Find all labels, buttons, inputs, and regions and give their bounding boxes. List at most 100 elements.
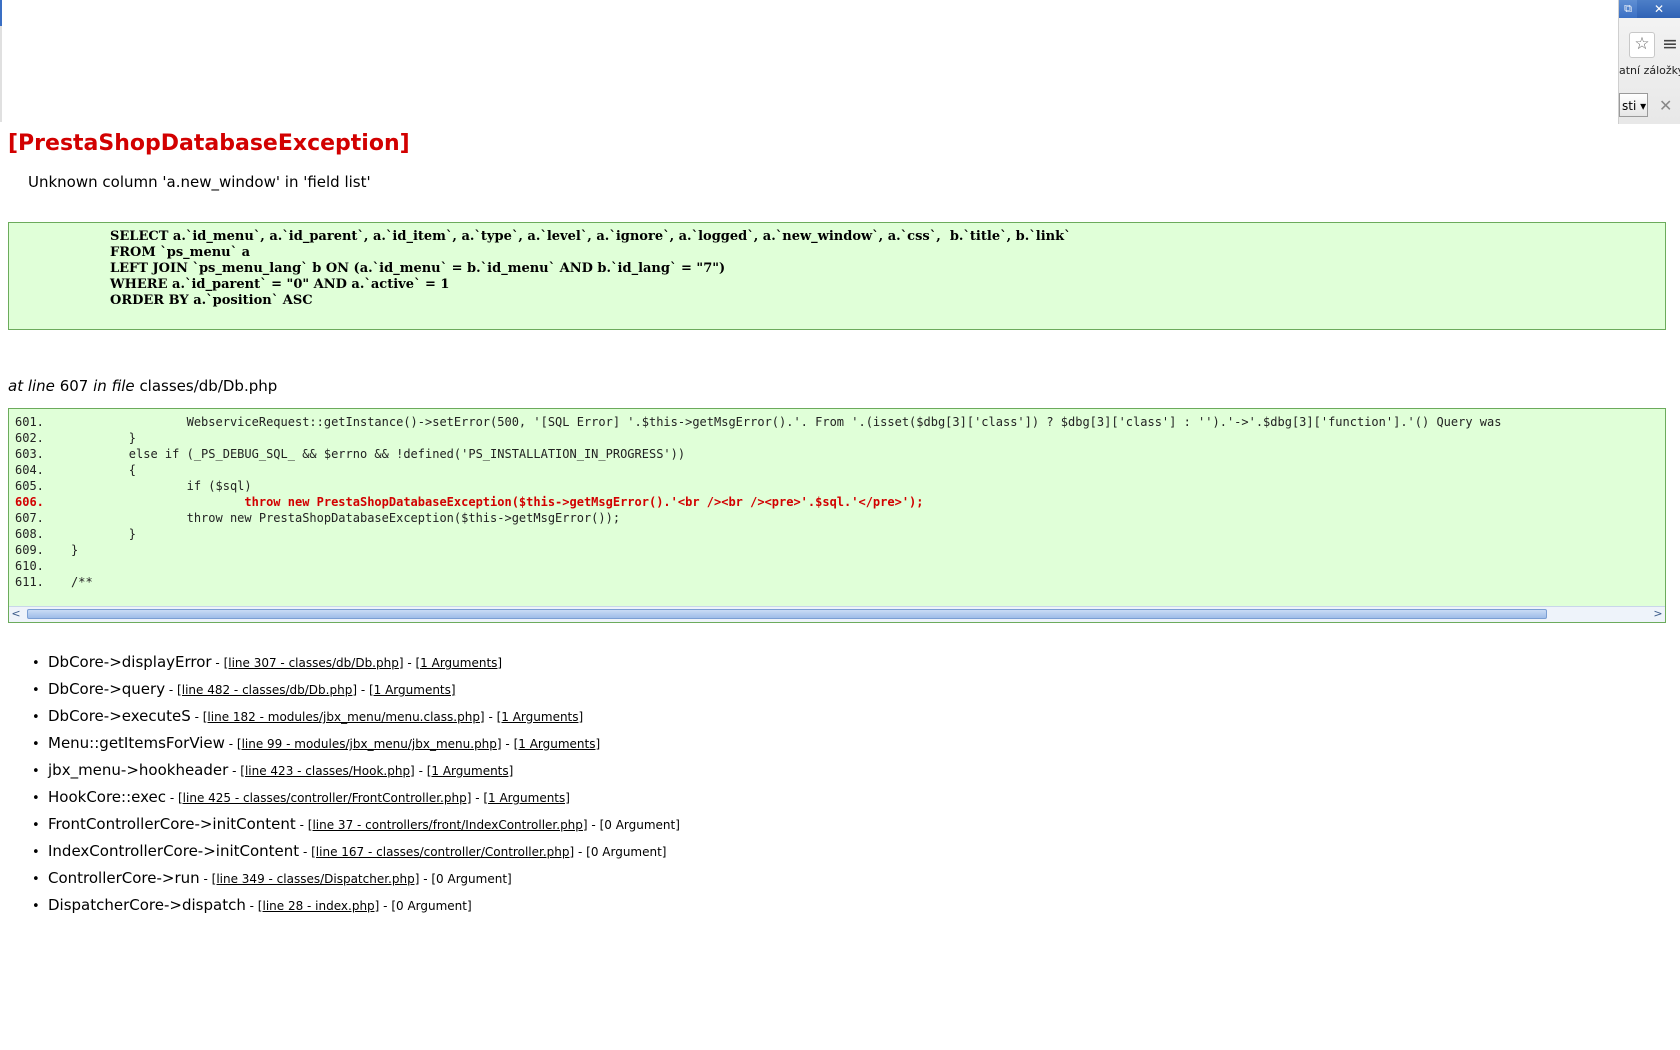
code-line: 608. } [15,527,136,541]
separator: - [379,899,392,913]
separator: - [357,683,369,697]
trace-arguments-link[interactable]: [1 Arguments] [514,737,601,751]
trace-function: DbCore->executeS [48,707,191,725]
bullet-icon: • [32,710,40,725]
trace-file-link[interactable]: [line 482 - classes/db/Db.php] [177,683,357,697]
stack-trace-item: • IndexControllerCore->initContent - [lin… [32,842,667,860]
code-line-text: throw new PrestaShopDatabaseException($t… [71,495,924,509]
separator: - [211,656,224,670]
trace-function: DispatcherCore->dispatch [48,896,246,914]
bullet-icon: • [32,764,40,779]
code-line-number: 610. [15,559,44,573]
separator: - [295,818,308,832]
separator: - [501,737,514,751]
scroll-right-icon[interactable]: > [1652,608,1664,620]
other-bookmarks-link[interactable]: atní záložky [1619,64,1680,77]
separator: - [574,845,587,859]
code-line: 601. WebserviceRequest::getInstance()->s… [15,415,1501,429]
bookmark-star-icon[interactable]: ☆ [1629,32,1655,58]
code-line-text: } [71,543,79,557]
trace-arguments-link[interactable]: [1 Arguments] [415,656,502,670]
code-line-text: } [71,527,137,541]
code-line: 607. throw new PrestaShopDatabaseExcepti… [15,511,620,525]
trace-file-link[interactable]: [line 99 - modules/jbx_menu/jbx_menu.php… [237,737,502,751]
trace-arguments: [0 Argument] [599,818,680,832]
separator: - [228,764,241,778]
in-file-label: in file [93,377,135,395]
separator: - [587,818,600,832]
trace-file-link[interactable]: [line 423 - classes/Hook.php] [240,764,414,778]
code-line-text: else if (_PS_DEBUG_SQL_ && $errno && !de… [71,447,686,461]
scrollbar-thumb[interactable] [27,609,1547,619]
sql-line: ORDER BY a.`position` ASC [110,293,313,308]
trace-file-link[interactable]: [line 307 - classes/db/Db.php] [224,656,404,670]
window-edge-line [0,26,2,122]
trace-file-link[interactable]: [line 37 - controllers/front/IndexContro… [308,818,588,832]
restore-window-icon[interactable]: ⧉ [1619,0,1637,18]
trace-arguments-link[interactable]: [1 Arguments] [483,791,570,805]
sql-line: SELECT a.`id_menu`, a.`id_parent`, a.`id… [110,229,1071,244]
infobar-close-icon[interactable]: ✕ [1659,96,1672,115]
trace-function: HookCore::exec [48,788,167,806]
separator: - [414,764,427,778]
separator: - [484,710,497,724]
separator: - [199,872,212,886]
code-line-text: { [71,463,137,477]
code-line-number: 607. [15,511,44,525]
code-line-text: /** [71,575,93,589]
bullet-icon: • [32,683,40,698]
stack-trace-item: • jbx_menu->hookheader - [line 423 - clas… [32,761,513,779]
browser-menu-icon[interactable]: ≡ [1659,32,1680,56]
code-line-text: } [71,431,137,445]
horizontal-scrollbar[interactable]: < > [9,606,1665,622]
trace-file-link[interactable]: [line 167 - classes/controller/Controlle… [311,845,574,859]
window-edge-accent [0,0,2,26]
code-line-number: 605. [15,479,44,493]
trace-file-link[interactable]: [line 28 - index.php] [258,899,380,913]
stack-trace-item: • ControllerCore->run - [line 349 - class… [32,869,512,887]
bullet-icon: • [32,872,40,887]
trace-function: FrontControllerCore->initContent [48,815,296,833]
stack-trace-item: • HookCore::exec - [line 425 - classes/co… [32,788,570,806]
separator: - [165,683,178,697]
at-line-label: at line [8,377,55,395]
separator: - [299,845,312,859]
trace-file-link[interactable]: [line 182 - modules/jbx_menu/menu.class.… [203,710,485,724]
code-excerpt-box[interactable]: 601. WebserviceRequest::getInstance()->s… [8,408,1666,623]
trace-file-link[interactable]: [line 349 - classes/Dispatcher.php] [212,872,420,886]
file-path: classes/db/Db.php [139,377,278,395]
code-line-text: throw new PrestaShopDatabaseException($t… [71,511,621,525]
trace-arguments-link[interactable]: [1 Arguments] [427,764,514,778]
code-line-number: 606. [15,495,44,509]
code-line-number: 611. [15,575,44,589]
trace-function: DbCore->query [48,680,166,698]
bullet-icon: • [32,791,40,806]
infobar-dropdown-button[interactable]: sti ▾ [1619,93,1648,117]
stack-trace-item: • DispatcherCore->dispatch - [line 28 - i… [32,896,472,914]
stack-trace-item: • FrontControllerCore->initContent - [lin… [32,815,680,833]
exception-title: [PrestaShopDatabaseException] [8,131,410,156]
trace-file-link[interactable]: [line 425 - classes/controller/FrontCont… [178,791,471,805]
trace-arguments-link[interactable]: [1 Arguments] [497,710,584,724]
separator: - [245,899,258,913]
sql-line: LEFT JOIN `ps_menu_lang` b ON (a.`id_men… [110,261,726,276]
close-window-icon[interactable]: ✕ [1637,0,1680,18]
trace-function: Menu::getItemsForView [48,734,225,752]
code-line: 606. throw new PrestaShopDatabaseExcepti… [15,495,924,509]
trace-arguments-link[interactable]: [1 Arguments] [369,683,456,697]
window-controls: ⧉ ✕ [1619,0,1680,18]
trace-function: jbx_menu->hookheader [48,761,229,779]
code-line-number: 608. [15,527,44,541]
bullet-icon: • [32,656,40,671]
scroll-left-icon[interactable]: < [10,608,22,620]
sql-query-box: SELECT a.`id_menu`, a.`id_parent`, a.`id… [8,222,1666,330]
page-top-blank [0,0,1618,124]
code-line: 611. /** [15,575,93,589]
bullet-icon: • [32,845,40,860]
line-number: 607 [59,377,89,395]
code-line-number: 601. [15,415,44,429]
code-line-number: 604. [15,463,44,477]
separator: - [224,737,237,751]
separator: - [419,872,432,886]
separator: - [166,791,178,805]
